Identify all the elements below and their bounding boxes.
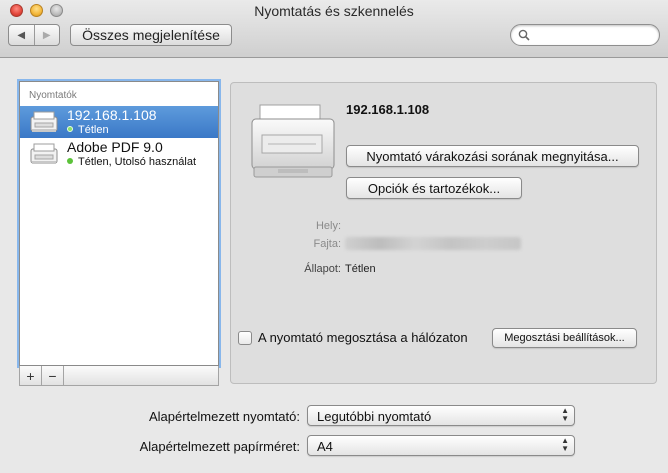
printer-list-item-192-168-1-108[interactable]: 192.168.1.108 Tétlen bbox=[20, 106, 218, 138]
printer-status-text: Tétlen, Utolsó használat bbox=[78, 156, 197, 168]
printer-list-item-adobe-pdf[interactable]: Adobe PDF 9.0 Tétlen, Utolsó használat bbox=[20, 138, 218, 170]
remove-printer-button[interactable]: − bbox=[42, 366, 64, 385]
printer-icon bbox=[251, 104, 335, 178]
search-field[interactable] bbox=[510, 24, 660, 46]
share-printer-label[interactable]: A nyomtató megosztása a hálózaton bbox=[258, 330, 468, 345]
printer-icon bbox=[30, 111, 58, 132]
open-print-queue-button[interactable]: Nyomtató várakozási sorának megnyitása..… bbox=[346, 145, 639, 167]
printers-list-header: Nyomtatók bbox=[29, 90, 77, 101]
printer-status-text: Tétlen bbox=[78, 124, 109, 136]
printer-name: 192.168.1.108 bbox=[67, 107, 157, 123]
default-paper-size-popup[interactable]: A4 ▲ ▼ bbox=[307, 435, 575, 456]
printer-status: Tétlen bbox=[67, 124, 109, 136]
printers-list[interactable]: Nyomtatók 192.168.1.108 Tétlen Adobe PDF… bbox=[19, 81, 219, 366]
status-dot-icon bbox=[67, 126, 73, 132]
default-printer-label: Alapértelmezett nyomtató: bbox=[148, 409, 300, 424]
printer-detail-panel: 192.168.1.108 Nyomtató várakozási sorána… bbox=[230, 82, 657, 384]
add-printer-button[interactable]: + bbox=[20, 366, 42, 385]
default-printer-popup[interactable]: Legutóbbi nyomtató ▲ ▼ bbox=[307, 405, 575, 426]
sharing-preferences-button[interactable]: Megosztási beállítások... bbox=[492, 328, 637, 348]
status-value: Tétlen bbox=[345, 263, 376, 275]
share-printer-checkbox[interactable] bbox=[238, 331, 252, 345]
back-forward-control: ◀ ▶ bbox=[8, 24, 60, 46]
printer-name: Adobe PDF 9.0 bbox=[67, 139, 163, 155]
popup-arrows-icon: ▲ ▼ bbox=[561, 406, 569, 423]
popup-arrows-icon: ▲ ▼ bbox=[561, 436, 569, 453]
forward-button[interactable]: ▶ bbox=[33, 25, 60, 45]
default-paper-size-label: Alapértelmezett papírméret: bbox=[139, 439, 300, 454]
magnifier-icon bbox=[518, 29, 530, 41]
status-dot-icon bbox=[67, 158, 73, 164]
kind-value-redacted bbox=[345, 237, 521, 250]
selected-printer-name: 192.168.1.108 bbox=[346, 102, 430, 117]
location-label: Hely: bbox=[315, 220, 341, 232]
show-all-button[interactable]: Összes megjelenítése bbox=[70, 24, 232, 46]
default-paper-size-value: A4 bbox=[317, 439, 333, 454]
title-bar: Nyomtatás és szkennelés ◀ ▶ Összes megje… bbox=[0, 0, 668, 58]
status-label: Állapot: bbox=[304, 263, 341, 275]
printer-status: Tétlen, Utolsó használat bbox=[67, 156, 196, 168]
options-supplies-button[interactable]: Opciók és tartozékok... bbox=[346, 177, 522, 199]
kind-label: Fajta: bbox=[313, 238, 341, 250]
window-title: Nyomtatás és szkennelés bbox=[254, 3, 414, 19]
search-input[interactable] bbox=[535, 27, 653, 43]
printers-list-footer: + − bbox=[19, 366, 219, 386]
back-button[interactable]: ◀ bbox=[9, 25, 34, 45]
printer-icon bbox=[30, 143, 58, 164]
default-printer-value: Legutóbbi nyomtató bbox=[317, 409, 432, 424]
